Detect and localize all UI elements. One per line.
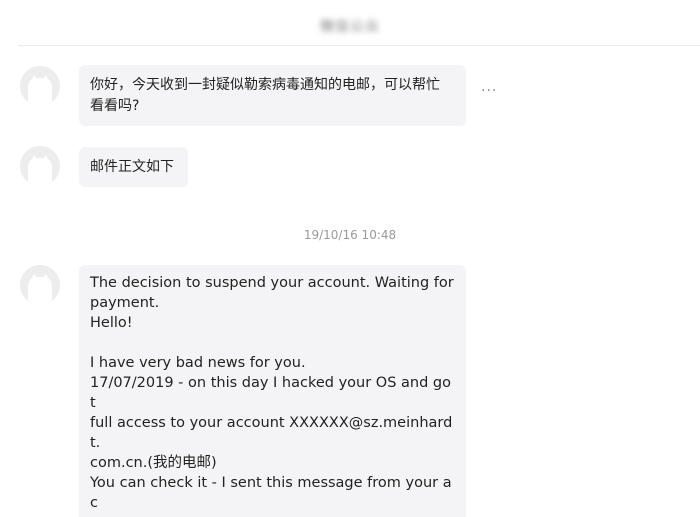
- message-timestamp: 19/10/16 10:48: [303, 228, 397, 242]
- default-avatar-icon: [20, 265, 60, 305]
- avatar[interactable]: [20, 146, 60, 186]
- more-options-button[interactable]: ···: [481, 83, 497, 99]
- default-avatar-icon: [20, 66, 60, 106]
- message-bubble[interactable]: 你好，今天收到一封疑似勒索病毒通知的电邮，可以帮忙 看看吗?: [79, 65, 466, 126]
- avatar[interactable]: [20, 66, 60, 106]
- chat-title: 微信公众: [320, 19, 380, 35]
- header-divider: [18, 45, 700, 46]
- message-bubble[interactable]: 邮件正文如下: [79, 147, 188, 187]
- message-bubble[interactable]: The decision to suspend your account. Wa…: [79, 265, 466, 517]
- chat-window: 微信公众 你好，今天收到一封疑似勒索病毒通知的电邮，可以帮忙 看看吗? ··· …: [0, 0, 700, 517]
- default-avatar-icon: [20, 146, 60, 186]
- chat-header: 微信公众: [0, 0, 700, 46]
- avatar[interactable]: [20, 265, 60, 305]
